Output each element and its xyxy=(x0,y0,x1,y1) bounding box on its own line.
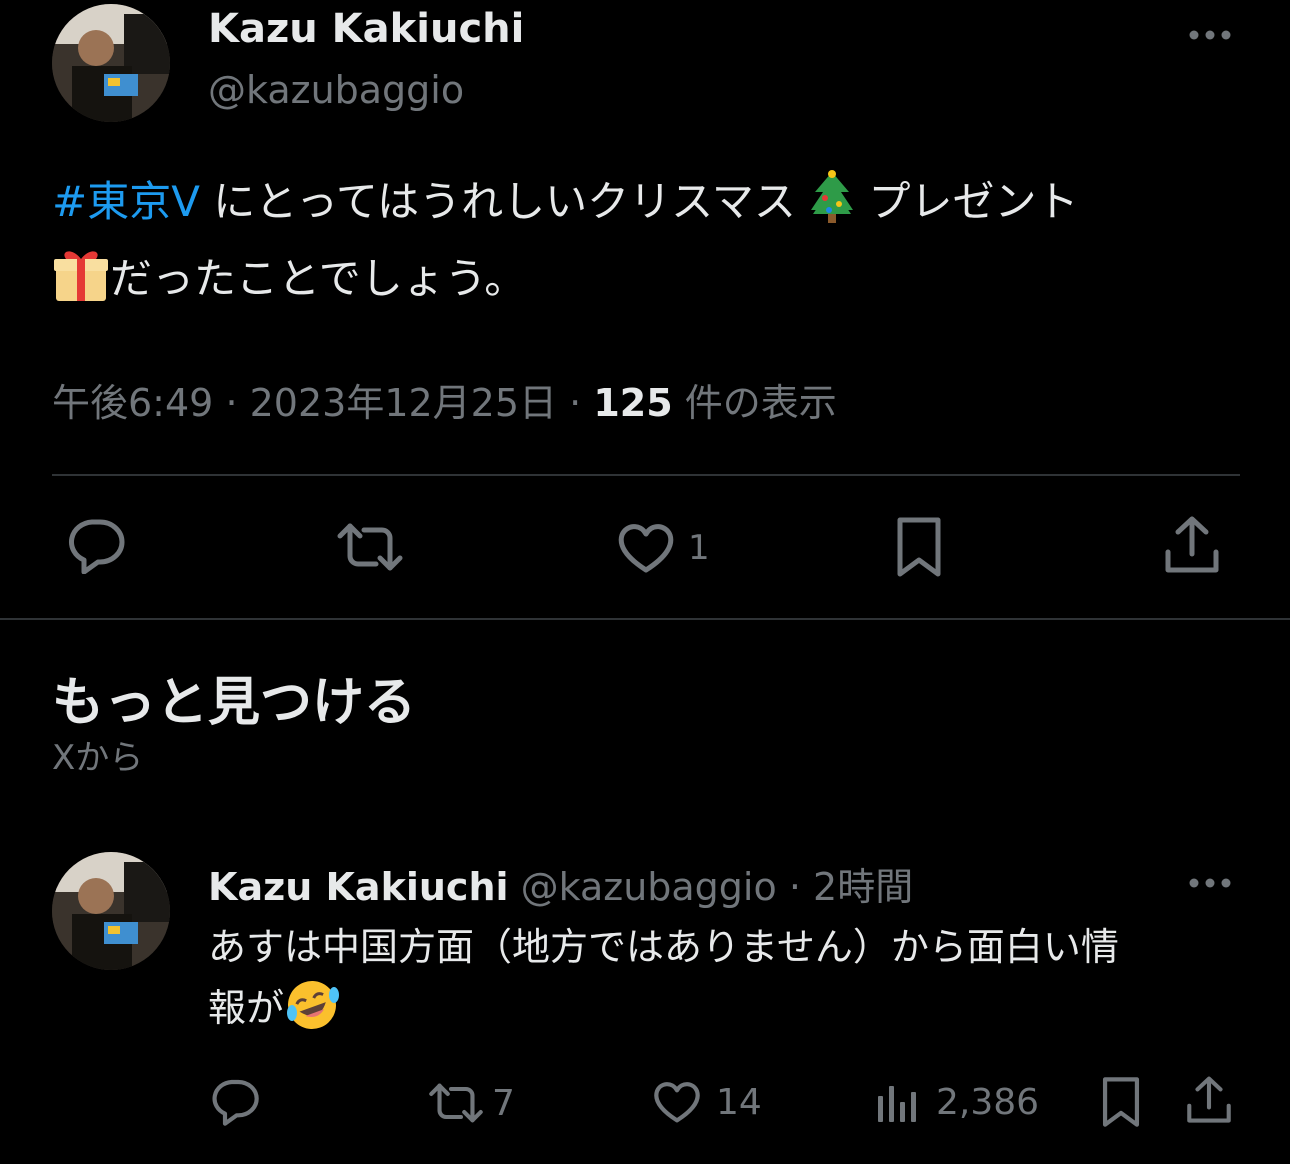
share-button[interactable] xyxy=(1164,516,1228,574)
share-button[interactable] xyxy=(1186,1076,1232,1124)
post-text-part1: にとってはうれしいクリスマス xyxy=(199,177,796,226)
repost-icon xyxy=(429,1083,483,1123)
views-button[interactable]: 2,386 xyxy=(876,1080,1039,1124)
reply-button[interactable] xyxy=(66,518,134,574)
post-time-ago[interactable]: 2時間 xyxy=(813,865,913,909)
author-name[interactable]: Kazu Kakiuchi xyxy=(208,865,509,909)
more-options-button[interactable] xyxy=(1188,874,1232,893)
discover-title: もっと見つける xyxy=(52,673,417,733)
author-avatar[interactable] xyxy=(52,4,170,122)
post-text: #東京V にとってはうれしいクリスマス プレゼント だったことでしょう。 xyxy=(52,168,1252,322)
post-meta: 午後6:49 · 2023年12月25日 · 125 件の表示 xyxy=(52,372,837,427)
repost-button[interactable]: 7 xyxy=(428,1082,515,1124)
views-label: 件の表示 xyxy=(684,381,837,425)
meta-separator: · xyxy=(788,865,801,909)
christmas-tree-emoji xyxy=(809,170,855,245)
author-avatar[interactable] xyxy=(52,852,170,970)
discover-subtitle: Xから xyxy=(52,738,144,778)
bookmark-button[interactable] xyxy=(1100,1076,1142,1128)
post-time: 午後6:49 xyxy=(52,381,214,425)
bookmark-button[interactable] xyxy=(894,516,952,578)
reply-header: Kazu Kakiuchi @kazubaggio · 2時間 xyxy=(208,856,913,911)
author-handle[interactable]: @kazubaggio xyxy=(208,68,464,112)
like-icon xyxy=(618,524,674,573)
views-count: 125 xyxy=(593,381,673,425)
share-icon xyxy=(1165,516,1219,573)
more-options-button[interactable] xyxy=(1188,26,1232,45)
meta-separator: · xyxy=(225,381,238,425)
reply-button[interactable] xyxy=(210,1078,268,1126)
divider xyxy=(52,474,1240,476)
like-icon xyxy=(654,1082,700,1123)
like-button[interactable]: 14 xyxy=(652,1080,762,1124)
post-date[interactable]: 2023年12月25日 xyxy=(250,381,557,425)
section-divider xyxy=(0,618,1290,620)
gift-emoji xyxy=(52,247,110,322)
repost-button[interactable] xyxy=(336,522,412,572)
bookmark-icon xyxy=(1102,1077,1140,1127)
author-handle[interactable]: @kazubaggio xyxy=(521,865,777,909)
like-button[interactable]: 1 xyxy=(616,522,710,574)
more-icon xyxy=(1189,30,1231,40)
reply-icon xyxy=(69,519,125,574)
bookmark-icon xyxy=(897,517,941,577)
more-icon xyxy=(1189,878,1231,888)
author-name[interactable]: Kazu Kakiuchi xyxy=(208,6,524,52)
reply-text-line1: あすは中国方面（地方ではありません）から面白い情 xyxy=(208,925,1119,969)
share-icon xyxy=(1187,1076,1231,1123)
reply-text: あすは中国方面（地方ではありません）から面白い情 報が xyxy=(208,918,1248,1050)
hashtag-link[interactable]: #東京V xyxy=(52,177,200,226)
post-text-part2: プレゼント xyxy=(855,177,1079,226)
repost-icon xyxy=(337,523,403,571)
views-icon xyxy=(878,1086,916,1122)
post-text-part3: だったことでしょう。 xyxy=(110,254,527,304)
reply-text-line2: 報が xyxy=(208,985,285,1030)
meta-separator: · xyxy=(569,381,582,425)
rofl-emoji xyxy=(284,977,340,1050)
reply-icon xyxy=(212,1079,259,1126)
